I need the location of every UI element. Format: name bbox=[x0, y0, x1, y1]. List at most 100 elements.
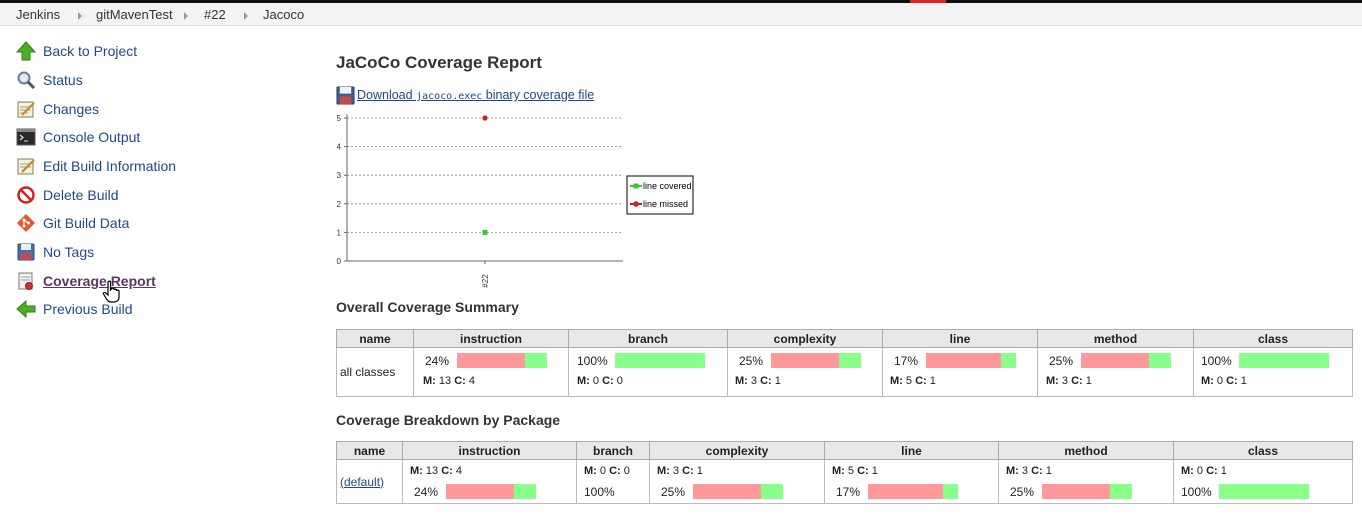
missed-label: M: bbox=[1006, 465, 1019, 477]
covered-count: 1 bbox=[1045, 465, 1052, 477]
coverage-percent: 100% bbox=[1201, 354, 1232, 368]
column-header-line[interactable]: line bbox=[824, 441, 999, 460]
sidebar-item-label[interactable]: Git Build Data bbox=[43, 215, 129, 231]
legend-missed-marker bbox=[633, 201, 639, 207]
chart-legend: line covered line missed bbox=[626, 175, 694, 215]
chart-grid bbox=[347, 117, 623, 233]
covered-label: C: bbox=[760, 375, 772, 387]
coverage-percent: 24% bbox=[425, 354, 450, 368]
column-header-instruction[interactable]: instruction bbox=[402, 441, 577, 460]
download-link-text[interactable]: Download jacoco.exec binary coverage fil… bbox=[357, 88, 594, 102]
column-header-complexity[interactable]: complexity bbox=[727, 329, 883, 348]
overall-summary-heading: Overall Coverage Summary bbox=[336, 299, 519, 315]
coverage-percent: 25% bbox=[739, 354, 764, 368]
package-name-cell: (default) bbox=[336, 459, 403, 504]
covered-label: C: bbox=[857, 465, 869, 477]
legend-covered-marker bbox=[633, 183, 639, 189]
column-header-class[interactable]: class bbox=[1193, 329, 1353, 348]
covered-count: 1 bbox=[1085, 375, 1092, 387]
missed-label: M: bbox=[584, 465, 597, 477]
missed-covered-counts: M: 3 C: 1 bbox=[657, 465, 703, 477]
coverage-bar bbox=[1081, 353, 1171, 368]
missed-covered-counts: M: 0 C: 0 bbox=[584, 465, 630, 477]
package-link[interactable]: (default) bbox=[340, 475, 384, 489]
line-cell: 17% M: 5 C: 1 bbox=[883, 348, 1037, 395]
y-tick-label: 2 bbox=[337, 200, 342, 209]
missed-count: 3 bbox=[1061, 375, 1069, 387]
missed-bar bbox=[1042, 484, 1110, 499]
sidebar-item-label[interactable]: No Tags bbox=[43, 244, 94, 260]
branch-cell: 100% M: 0 C: 0 bbox=[569, 348, 727, 395]
column-header-class[interactable]: class bbox=[1173, 441, 1353, 460]
covered-count: 1 bbox=[1240, 375, 1247, 387]
missed-label: M: bbox=[1046, 375, 1059, 387]
missed-count: 5 bbox=[847, 465, 855, 477]
missed-bar bbox=[693, 484, 761, 499]
covered-count: 4 bbox=[468, 375, 475, 387]
coverage-bar bbox=[1219, 484, 1309, 499]
coverage-percent: 100% bbox=[1181, 485, 1212, 499]
download-suffix: binary coverage file bbox=[482, 88, 595, 102]
sidebar-item-label[interactable]: Changes bbox=[43, 101, 99, 117]
no-entry-icon bbox=[17, 186, 35, 204]
covered-count: 4 bbox=[455, 465, 462, 477]
coverage-percent: 17% bbox=[894, 354, 919, 368]
column-header-name[interactable]: name bbox=[336, 329, 414, 348]
breadcrumb-jenkins[interactable]: Jenkins bbox=[16, 7, 60, 22]
legend-covered-label: line covered bbox=[643, 181, 692, 191]
coverage-percent: 24% bbox=[414, 485, 439, 499]
covered-label: C: bbox=[1226, 375, 1238, 387]
hand-cursor-icon bbox=[102, 280, 120, 303]
missed-bar bbox=[1081, 353, 1149, 368]
missed-covered-counts: M: 0 C: 1 bbox=[1201, 375, 1247, 387]
x-tick-label: #22 bbox=[481, 274, 490, 288]
breadcrumb-job[interactable]: gitMavenTest bbox=[96, 7, 173, 22]
covered-label: C: bbox=[454, 375, 466, 387]
column-header-method[interactable]: method bbox=[1037, 329, 1194, 348]
sidebar-item-label[interactable]: Status bbox=[43, 72, 83, 88]
missed-label: M: bbox=[410, 465, 423, 477]
coverage-trend-chart: 0 1 2 3 4 5 #22 line covered line missed bbox=[337, 114, 694, 288]
line-covered-point bbox=[482, 229, 488, 235]
coverage-percent: 100% bbox=[584, 485, 615, 499]
breadcrumb-separator-icon[interactable] bbox=[184, 12, 188, 20]
breadcrumb-separator-icon[interactable] bbox=[244, 12, 248, 20]
column-header-name[interactable]: name bbox=[336, 441, 403, 460]
coverage-bar bbox=[457, 353, 547, 368]
missed-bar bbox=[446, 484, 515, 499]
missed-count: 0 bbox=[592, 375, 600, 387]
sidebar-item-label[interactable]: Coverage Report bbox=[43, 273, 156, 289]
sidebar-item-label[interactable]: Edit Build Information bbox=[43, 158, 176, 174]
sidebar-item-label[interactable]: Back to Project bbox=[43, 43, 137, 59]
sidebar-item-label[interactable]: Delete Build bbox=[43, 187, 119, 203]
column-header-complexity[interactable]: complexity bbox=[649, 441, 825, 460]
covered-label: C: bbox=[682, 465, 694, 477]
complexity-cell: 25% M: 3 C: 1 bbox=[728, 348, 882, 395]
covered-count: 1 bbox=[774, 375, 781, 387]
missed-count: 3 bbox=[1021, 465, 1029, 477]
missed-count: 0 bbox=[599, 465, 607, 477]
missed-count: 5 bbox=[905, 375, 913, 387]
column-header-branch[interactable]: branch bbox=[568, 329, 728, 348]
column-header-branch[interactable]: branch bbox=[576, 441, 650, 460]
missed-covered-counts: M: 13 C: 4 bbox=[410, 465, 462, 477]
breadcrumb-jacoco[interactable]: Jacoco bbox=[263, 7, 304, 22]
column-header-line[interactable]: line bbox=[882, 329, 1038, 348]
instruction-cell: M: 13 C: 4 24% bbox=[403, 460, 576, 502]
notepad-icon bbox=[17, 101, 35, 118]
sidebar-item-label[interactable]: Console Output bbox=[43, 129, 140, 145]
breadcrumb-separator-icon[interactable] bbox=[78, 12, 82, 20]
package-breakdown-table: name instruction branch complexity line … bbox=[336, 441, 1353, 504]
coverage-bar bbox=[868, 484, 958, 499]
missed-covered-counts: M: 3 C: 1 bbox=[735, 375, 781, 387]
covered-count: 1 bbox=[696, 465, 703, 477]
covered-label: C: bbox=[915, 375, 927, 387]
breadcrumb-build[interactable]: #22 bbox=[204, 7, 226, 22]
column-header-method[interactable]: method bbox=[998, 441, 1174, 460]
complexity-cell: M: 3 C: 1 25% bbox=[650, 460, 824, 502]
coverage-percent: 17% bbox=[836, 485, 861, 499]
covered-label: C: bbox=[441, 465, 453, 477]
overall-coverage-table: name instruction branch complexity line … bbox=[336, 329, 1353, 397]
covered-label: C: bbox=[1071, 375, 1083, 387]
column-header-instruction[interactable]: instruction bbox=[413, 329, 569, 348]
